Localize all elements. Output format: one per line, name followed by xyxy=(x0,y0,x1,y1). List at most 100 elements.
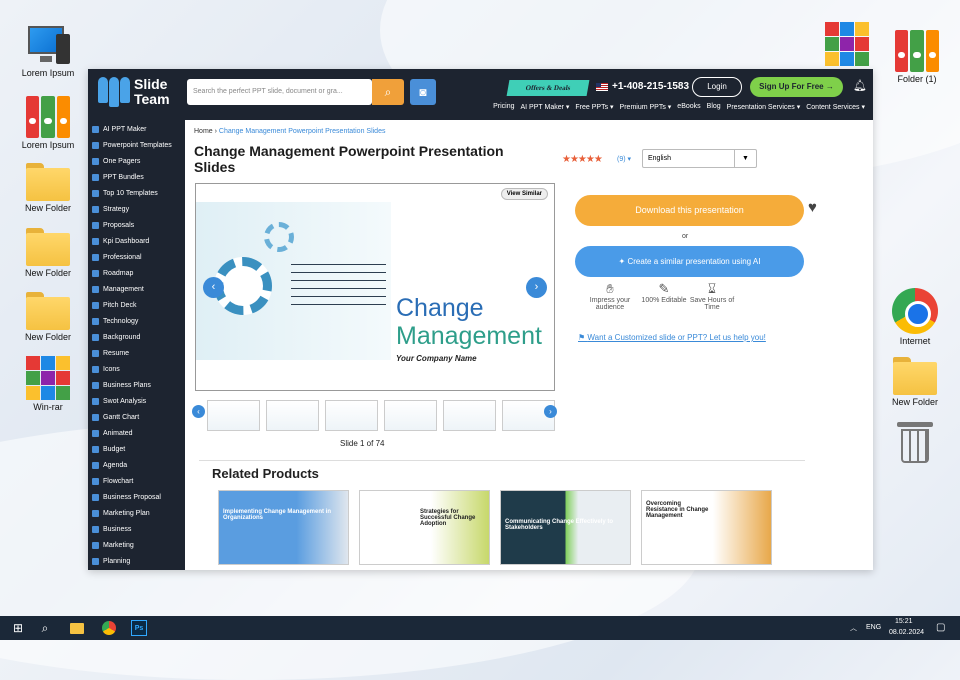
sidebar-item[interactable]: Business Proposal xyxy=(88,489,185,505)
desktop-icon-lorem-ipsum-2[interactable]: Lorem Ipsum xyxy=(13,94,83,150)
sidebar-item[interactable]: Powerpoint Templates xyxy=(88,137,185,153)
sidebar-item[interactable]: Roadmap xyxy=(88,265,185,281)
heart-icon[interactable]: ♥ xyxy=(808,199,817,216)
sidebar-item[interactable]: PPT Bundles xyxy=(88,169,185,185)
desktop-icon-internet[interactable]: Internet xyxy=(880,288,950,346)
desktop-icon-winrar-right[interactable] xyxy=(812,22,882,66)
search-button[interactable]: ⌕ xyxy=(372,79,404,105)
sidebar-item[interactable]: Marketing Plan xyxy=(88,505,185,521)
search-input[interactable]: Search the perfect PPT slide, document o… xyxy=(187,79,372,105)
related-card-4[interactable]: Overcoming Resistance in Change Manageme… xyxy=(641,490,772,565)
sidebar-item[interactable]: One Pagers xyxy=(88,153,185,169)
sidebar-item[interactable]: Background xyxy=(88,329,185,345)
breadcrumb: Home › Change Management Powerpoint Pres… xyxy=(194,128,386,135)
nav-pricing[interactable]: Pricing xyxy=(493,103,514,111)
language-select[interactable]: English ▼ xyxy=(642,149,757,168)
slideteam-logo[interactable]: Slide Team xyxy=(98,77,170,107)
sidebar-item[interactable]: Budget xyxy=(88,441,185,457)
slide-thumbnail[interactable] xyxy=(207,400,260,431)
thumb-prev-button[interactable]: ‹ xyxy=(192,405,205,418)
category-icon xyxy=(92,477,99,485)
language-indicator[interactable]: ENG xyxy=(866,624,881,631)
related-card-2[interactable]: Strategies for Successful Change Adoptio… xyxy=(359,490,490,565)
sidebar-item[interactable]: Flowchart xyxy=(88,473,185,489)
nav-content-services[interactable]: Content Services ▾ xyxy=(806,103,865,111)
sidebar-item[interactable]: Marketing xyxy=(88,537,185,553)
custom-request-link[interactable]: ⚑ Want a Customized slide or PPT? Let us… xyxy=(578,332,788,344)
winrar-icon xyxy=(26,356,70,400)
offers-deals-badge[interactable]: Offers & Deals xyxy=(506,80,590,96)
sidebar-item[interactable]: Management xyxy=(88,281,185,297)
next-slide-button[interactable]: › xyxy=(526,277,547,298)
nav-blog[interactable]: Blog xyxy=(707,103,721,111)
slide-thumbnail[interactable] xyxy=(266,400,319,431)
sidebar-item-label: Animated xyxy=(103,429,133,437)
sidebar-item[interactable]: Animated xyxy=(88,425,185,441)
desktop-icon-new-folder-right[interactable]: New Folder xyxy=(880,357,950,407)
ai-create-button[interactable]: ✦ Create a similar presentation using AI xyxy=(575,246,804,277)
breadcrumb-current[interactable]: Change Management Powerpoint Presentatio… xyxy=(219,128,386,135)
nav-premium-ppts[interactable]: Premium PPTs ▾ xyxy=(620,103,672,111)
view-similar-button[interactable]: View Similar xyxy=(500,188,548,200)
desktop-icon-new-folder-2[interactable]: New Folder xyxy=(13,228,83,278)
sidebar-item[interactable]: Agenda xyxy=(88,457,185,473)
nav-free-ppts[interactable]: Free PPTs ▾ xyxy=(575,103,613,111)
sidebar-item[interactable]: Pitch Deck xyxy=(88,297,185,313)
sidebar-item[interactable]: Proposals xyxy=(88,217,185,233)
sidebar-item[interactable]: Technology xyxy=(88,313,185,329)
sidebar-item[interactable]: Professional xyxy=(88,249,185,265)
login-button[interactable]: Login xyxy=(692,77,742,97)
related-card-3[interactable]: Communicating Change Effectively to Stak… xyxy=(500,490,631,565)
windows-start-icon[interactable]: ⊞ xyxy=(10,620,26,636)
category-icon xyxy=(92,541,99,549)
nav-ai-ppt-maker[interactable]: AI PPT Maker ▾ xyxy=(521,103,570,111)
sidebar-item[interactable]: Swot Analysis xyxy=(88,393,185,409)
category-icon xyxy=(92,237,99,245)
camera-icon: ◙ xyxy=(419,85,427,99)
sidebar-item[interactable]: AI PPT Maker xyxy=(88,121,185,137)
desktop-icon-new-folder-1[interactable]: New Folder xyxy=(13,163,83,213)
desktop-icon-folder-1[interactable]: Folder (1) xyxy=(882,28,952,84)
camera-search-button[interactable]: ◙ xyxy=(410,79,436,105)
sidebar-item[interactable]: Resume xyxy=(88,345,185,361)
notification-icon[interactable]: ▢ xyxy=(936,622,945,633)
bell-icon[interactable]: 🔔︎ xyxy=(853,79,867,92)
us-flag-icon xyxy=(596,83,608,91)
sidebar-item[interactable]: Planning xyxy=(88,553,185,569)
sidebar-item[interactable]: Business Plans xyxy=(88,377,185,393)
sidebar-item[interactable]: Top 10 Templates xyxy=(88,185,185,201)
sidebar-item[interactable]: Icons xyxy=(88,361,185,377)
breadcrumb-home[interactable]: Home xyxy=(194,128,213,135)
desktop-icon-winrar[interactable]: Win-rar xyxy=(13,356,83,412)
slide-thumbnail[interactable] xyxy=(443,400,496,431)
phone-number[interactable]: +1-408-215-1583 xyxy=(612,81,689,92)
related-card-title: Overcoming Resistance in Change Manageme… xyxy=(646,501,709,519)
download-button[interactable]: Download this presentation xyxy=(575,195,804,226)
related-card-1[interactable]: Implementing Change Management in Organi… xyxy=(218,490,349,565)
sidebar-item[interactable]: Kpi Dashboard xyxy=(88,233,185,249)
slide-thumbnail[interactable] xyxy=(325,400,378,431)
sidebar-item[interactable]: Strategy xyxy=(88,201,185,217)
thumbnail-strip xyxy=(195,400,555,432)
nav-ebooks[interactable]: eBooks xyxy=(677,103,700,111)
photoshop-icon[interactable]: Ps xyxy=(131,620,147,636)
rating-count[interactable]: (9) ▾ xyxy=(617,155,631,163)
category-icon xyxy=(92,205,99,213)
clock-date[interactable]: 08.02.2024 xyxy=(889,629,924,636)
nav-presentation-services[interactable]: Presentation Services ▾ xyxy=(727,103,801,111)
thumb-next-button[interactable]: › xyxy=(544,405,557,418)
file-explorer-icon[interactable] xyxy=(69,620,85,636)
slide-thumbnail[interactable] xyxy=(384,400,437,431)
chrome-icon[interactable] xyxy=(101,620,117,636)
prev-slide-button[interactable]: ‹ xyxy=(203,277,224,298)
clock-time[interactable]: 15:21 xyxy=(895,618,913,625)
search-icon[interactable]: ⌕ xyxy=(37,620,53,636)
desktop-icon-lorem-ipsum-1[interactable]: Lorem Ipsum xyxy=(13,26,83,78)
signup-button[interactable]: Sign Up For Free → xyxy=(750,77,843,97)
sidebar-item[interactable]: Gantt Chart xyxy=(88,409,185,425)
desktop-icon-recycle-bin[interactable] xyxy=(880,420,950,464)
chevron-up-icon[interactable]: ︿ xyxy=(850,623,857,633)
rating-stars[interactable]: ★★★★★ xyxy=(562,154,603,165)
desktop-icon-new-folder-3[interactable]: New Folder xyxy=(13,292,83,342)
sidebar-item[interactable]: Business xyxy=(88,521,185,537)
